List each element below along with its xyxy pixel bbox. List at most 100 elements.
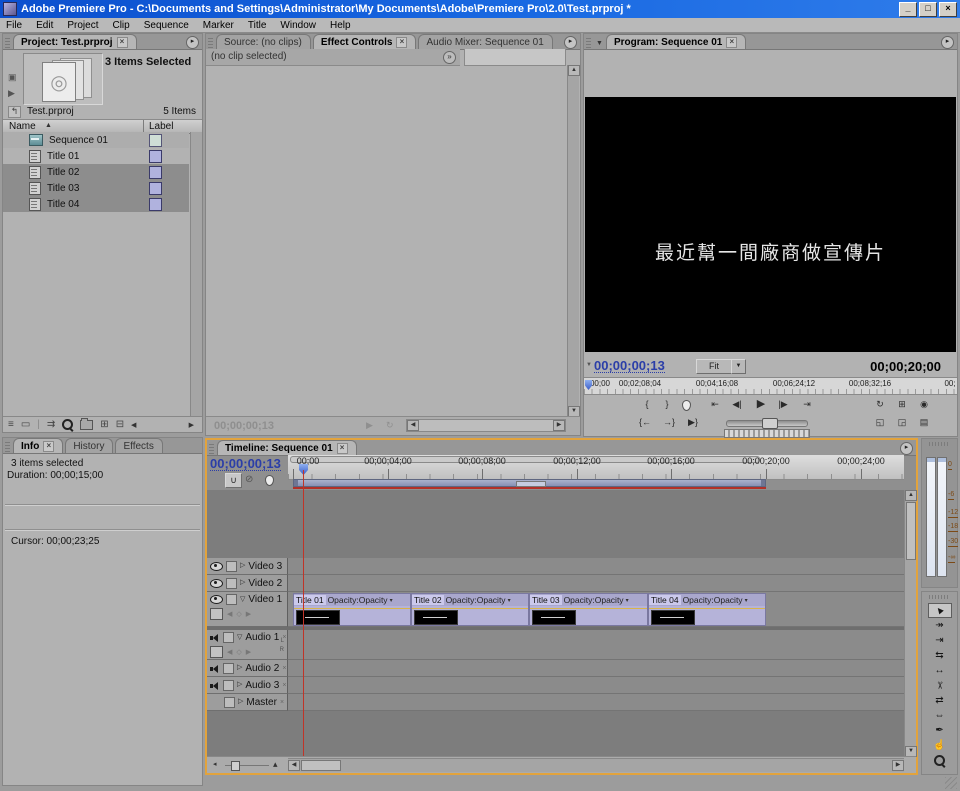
panel-drag-handle[interactable] (209, 444, 214, 454)
close-button[interactable]: × (939, 2, 957, 17)
toggle-track-output-icon[interactable] (210, 579, 223, 588)
tool-slip[interactable]: ⇄ (928, 693, 952, 708)
track-header-audio-1[interactable]: ▽ Audio 1 × ◀ ◇ ▶ L R (207, 630, 288, 660)
program-current-timecode[interactable]: 00;00;00;13 (594, 359, 665, 373)
track-lock-toggle[interactable] (226, 578, 237, 589)
scroll-up-icon[interactable]: ▲ (905, 490, 917, 501)
step-back-button[interactable]: ◀| (730, 398, 744, 411)
work-area-bar[interactable] (293, 479, 766, 487)
shuttle-slider[interactable] (726, 420, 808, 427)
effect-controls-mini-timeline[interactable] (464, 49, 566, 66)
step-forward-button[interactable]: |▶ (776, 398, 790, 411)
track-header-master[interactable]: ▷ Master × (207, 694, 288, 711)
track-content-audio-3[interactable] (288, 677, 904, 694)
list-view-icon[interactable]: ≡ (8, 419, 14, 430)
track-header-video-3[interactable]: ▷ Video 3 (207, 558, 288, 575)
playhead-line[interactable] (303, 470, 304, 757)
effect-dropdown-icon[interactable]: ▾ (508, 597, 511, 604)
timeline-empty-area[interactable] (207, 711, 904, 757)
preview-play-icon[interactable]: ▶ (8, 88, 15, 99)
toggle-track-mute-icon[interactable] (210, 681, 220, 690)
track-lock-toggle[interactable] (223, 663, 234, 674)
timeline-ruler[interactable]: 00;00 00;00;04;00 00;00;08;00 00;00;12;0… (288, 455, 904, 480)
toggle-track-output-icon[interactable] (210, 562, 223, 571)
column-name[interactable]: Name (9, 121, 36, 132)
tool-razor[interactable]: ✂ (928, 678, 952, 693)
menu-marker[interactable]: Marker (203, 20, 234, 31)
gang-menu-icon[interactable]: ▼ (596, 40, 603, 47)
timecode-menu-icon[interactable]: ▼ (586, 362, 592, 368)
play-effect-icon[interactable]: ▶ (366, 420, 373, 431)
label-chip[interactable] (149, 198, 162, 211)
toggle-track-output-icon[interactable] (210, 595, 223, 604)
automate-to-sequence-icon[interactable]: ⇉ (47, 419, 55, 430)
scroll-right-icon[interactable]: ▶ (892, 760, 904, 771)
title-bar[interactable]: Adobe Premiere Pro - C:\Documents and Se… (0, 0, 960, 18)
track-content-video-3[interactable] (288, 558, 904, 575)
close-tab-icon[interactable]: × (726, 37, 737, 48)
show-hide-effects-icon[interactable]: » (443, 51, 456, 64)
tool-rolling-edit[interactable]: ⇆ (928, 648, 952, 663)
track-options-icon[interactable]: × (280, 699, 284, 706)
tool-slide[interactable]: ⇔ (928, 708, 952, 723)
go-to-previous-edit-button[interactable]: ⇤ (708, 398, 722, 411)
tool-ripple-edit[interactable]: ⇥ (928, 633, 952, 648)
tab-history[interactable]: History (65, 438, 113, 453)
go-to-out-button[interactable]: →} (662, 416, 676, 429)
previous-keyframe-icon[interactable]: ◀ (227, 610, 232, 618)
menu-window[interactable]: Window (280, 20, 316, 31)
close-tab-icon[interactable]: × (337, 443, 348, 454)
panel-drag-handle[interactable] (5, 442, 10, 452)
track-header-audio-3[interactable]: ▷ Audio 3 × (207, 677, 288, 694)
track-content-master[interactable] (288, 694, 904, 711)
new-item-icon[interactable]: ⊞ (100, 419, 108, 430)
safe-margins-button[interactable]: ⊞ (895, 398, 909, 411)
marker-button[interactable] (682, 400, 691, 411)
clear-icon[interactable]: ⊟ (116, 419, 124, 430)
effect-dropdown-icon[interactable]: ▾ (626, 597, 629, 604)
toggle-track-mute-icon[interactable] (210, 664, 220, 673)
zoom-level-dropdown-icon[interactable]: ▼ (731, 359, 746, 374)
close-tab-icon[interactable]: × (396, 37, 407, 48)
lift-button[interactable]: ◱ (873, 416, 887, 429)
effect-controls-timecode[interactable]: 00;00;00;13 (214, 420, 274, 432)
collapse-track-icon[interactable]: ▷ (240, 579, 245, 587)
opacity-rubber-band[interactable] (530, 608, 647, 609)
track-lock-toggle[interactable] (226, 594, 237, 605)
collapse-track-icon[interactable]: ▷ (238, 698, 243, 706)
bin-name[interactable]: Test.prproj (27, 106, 74, 117)
tool-pen[interactable]: ✒ (928, 723, 952, 738)
tool-hand[interactable]: ☝ (928, 738, 952, 753)
panel-drag-handle[interactable] (929, 442, 950, 446)
tool-rate-stretch[interactable]: ↔ (928, 663, 952, 678)
timeline-clip-title-01[interactable]: Title 01Opacity:Opacity▾ (293, 593, 411, 626)
opacity-rubber-band[interactable] (294, 608, 410, 609)
collapse-track-icon[interactable]: ▷ (240, 562, 245, 570)
timeline-clip-title-02[interactable]: Title 02Opacity:Opacity▾ (411, 593, 529, 626)
tool-track-select[interactable]: ↠ (928, 618, 952, 633)
collapse-track-icon[interactable]: ▷ (237, 681, 242, 689)
loop-button[interactable]: ↻ (873, 398, 887, 411)
timeline-clip-title-04[interactable]: Title 04Opacity:Opacity▾ (648, 593, 766, 626)
list-item-sequence-01[interactable]: Sequence 01 (3, 132, 189, 148)
maximize-button[interactable]: □ (919, 2, 937, 17)
menu-title[interactable]: Title (248, 20, 267, 31)
track-header-audio-2[interactable]: ▷ Audio 2 × (207, 660, 288, 677)
panel-menu-icon[interactable]: ▸ (900, 442, 913, 455)
set-display-style-icon[interactable] (210, 608, 223, 620)
zoom-in-icon[interactable]: ▴ (273, 759, 278, 770)
track-header-video-2[interactable]: ▷ Video 2 (207, 575, 288, 592)
window-resize-grip[interactable] (945, 777, 957, 789)
extract-button[interactable]: ◲ (895, 416, 909, 429)
close-tab-icon[interactable]: × (117, 37, 128, 48)
panel-drag-handle[interactable] (5, 38, 10, 48)
list-item-title-01[interactable]: Title 01 (3, 148, 189, 164)
track-options-icon[interactable]: × (282, 665, 286, 672)
program-video-display[interactable]: 最近幫一間廠商做宣傳片 (585, 97, 956, 352)
tab-effect-controls[interactable]: Effect Controls × (313, 34, 417, 49)
timeline-vscrollbar[interactable]: ▲ ▼ (904, 490, 916, 757)
tab-program[interactable]: Program: Sequence 01 × (606, 34, 746, 49)
zoom-slider-thumb[interactable] (231, 761, 240, 771)
track-options-icon[interactable]: × (282, 682, 286, 689)
collapse-track-icon[interactable]: ▷ (237, 664, 242, 672)
